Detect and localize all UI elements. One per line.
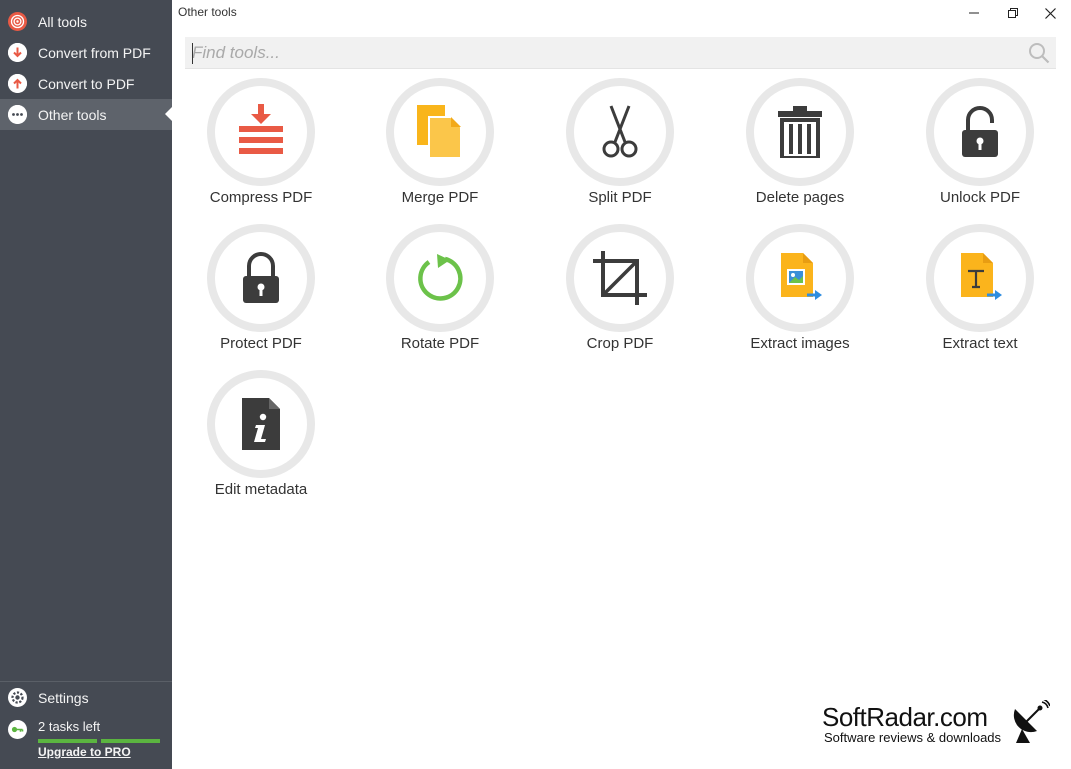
tool-extract-images[interactable]: Extract images (710, 224, 890, 364)
target-icon (8, 12, 27, 31)
rotate-icon (418, 254, 463, 301)
tool-label: Protect PDF (220, 335, 302, 352)
search-bar (185, 37, 1056, 69)
tool-label: Delete pages (755, 189, 845, 206)
tool-delete-pages[interactable]: Delete pages (710, 78, 890, 218)
tool-ring (386, 78, 494, 186)
tool-ring (566, 78, 674, 186)
settings-label: Settings (38, 689, 89, 706)
sidebar-item-label: All tools (38, 13, 88, 30)
task-bar-1 (38, 739, 97, 743)
arrow-up-icon (8, 74, 27, 93)
lock-icon (243, 252, 279, 303)
tool-merge-pdf[interactable]: Merge PDF (350, 78, 530, 218)
tool-extract-text[interactable]: Extract text (890, 224, 1070, 364)
tool-ring (746, 78, 854, 186)
info-document-icon (242, 398, 280, 450)
upgrade-link[interactable]: Upgrade to PRO (38, 745, 131, 759)
tool-ring (207, 224, 315, 332)
sidebar: All tools Convert from PDF Convert to PD… (0, 0, 172, 769)
watermark-brand: SoftRadar.com (822, 702, 988, 732)
tool-ring (207, 78, 315, 186)
sidebar-item-convert-from-pdf[interactable]: Convert from PDF (0, 37, 172, 68)
sidebar-item-other-tools[interactable]: Other tools (0, 99, 172, 130)
sidebar-item-label: Other tools (38, 106, 107, 123)
minimize-button[interactable] (955, 0, 993, 26)
tool-label: Unlock PDF (939, 189, 1021, 206)
tool-edit-metadata[interactable]: Edit metadata (171, 370, 351, 510)
unlock-icon (962, 106, 998, 157)
tool-unlock-pdf[interactable]: Unlock PDF (890, 78, 1070, 218)
text-cursor (192, 43, 193, 64)
trash-icon (778, 106, 822, 158)
tool-compress-pdf[interactable]: Compress PDF (171, 78, 351, 218)
sidebar-item-convert-to-pdf[interactable]: Convert to PDF (0, 68, 172, 99)
arrow-down-icon (8, 43, 27, 62)
scissors-icon (602, 105, 638, 158)
close-button[interactable] (1031, 0, 1069, 26)
merge-icon (417, 105, 462, 159)
restore-icon (1008, 8, 1018, 18)
satellite-dish-icon (1013, 700, 1050, 743)
tool-label: Split PDF (588, 189, 652, 206)
tasks-left-label: 2 tasks left (38, 719, 101, 734)
close-icon (1044, 7, 1056, 19)
tool-ring (207, 370, 315, 478)
search-input[interactable] (185, 37, 1015, 69)
sidebar-item-label: Convert to PDF (38, 75, 135, 92)
softradar-watermark: SoftRadar.com Software reviews & downloa… (822, 703, 1001, 745)
tool-label: Edit metadata (214, 481, 308, 498)
crop-icon (593, 251, 647, 305)
tool-ring (566, 224, 674, 332)
task-bar-2 (101, 739, 160, 743)
gear-icon (8, 688, 27, 707)
compress-icon (239, 104, 283, 154)
tool-crop-pdf[interactable]: Crop PDF (530, 224, 710, 364)
tool-protect-pdf[interactable]: Protect PDF (171, 224, 351, 364)
tool-rotate-pdf[interactable]: Rotate PDF (350, 224, 530, 364)
minimize-icon (969, 12, 979, 14)
tool-label: Crop PDF (586, 335, 654, 352)
watermark-tagline: Software reviews & downloads (824, 730, 1002, 745)
tool-label: Extract images (750, 335, 850, 352)
more-icon (8, 105, 27, 124)
search-icon[interactable] (1028, 42, 1050, 64)
restore-button[interactable] (994, 0, 1032, 26)
tool-ring (926, 78, 1034, 186)
tool-label: Merge PDF (401, 189, 479, 206)
extract-text-icon (961, 253, 1002, 300)
tool-ring (386, 224, 494, 332)
extract-images-icon (781, 253, 822, 300)
key-icon (8, 720, 27, 739)
tool-label: Rotate PDF (400, 335, 480, 352)
window-title: Other tools (178, 5, 237, 19)
tool-ring (746, 224, 854, 332)
sidebar-item-all-tools[interactable]: All tools (0, 6, 172, 37)
tool-ring (926, 224, 1034, 332)
tool-label: Extract text (942, 335, 1018, 352)
settings-button[interactable]: Settings (0, 682, 172, 713)
tool-split-pdf[interactable]: Split PDF (530, 78, 710, 218)
tool-label: Compress PDF (209, 189, 313, 206)
sidebar-item-label: Convert from PDF (38, 44, 151, 61)
